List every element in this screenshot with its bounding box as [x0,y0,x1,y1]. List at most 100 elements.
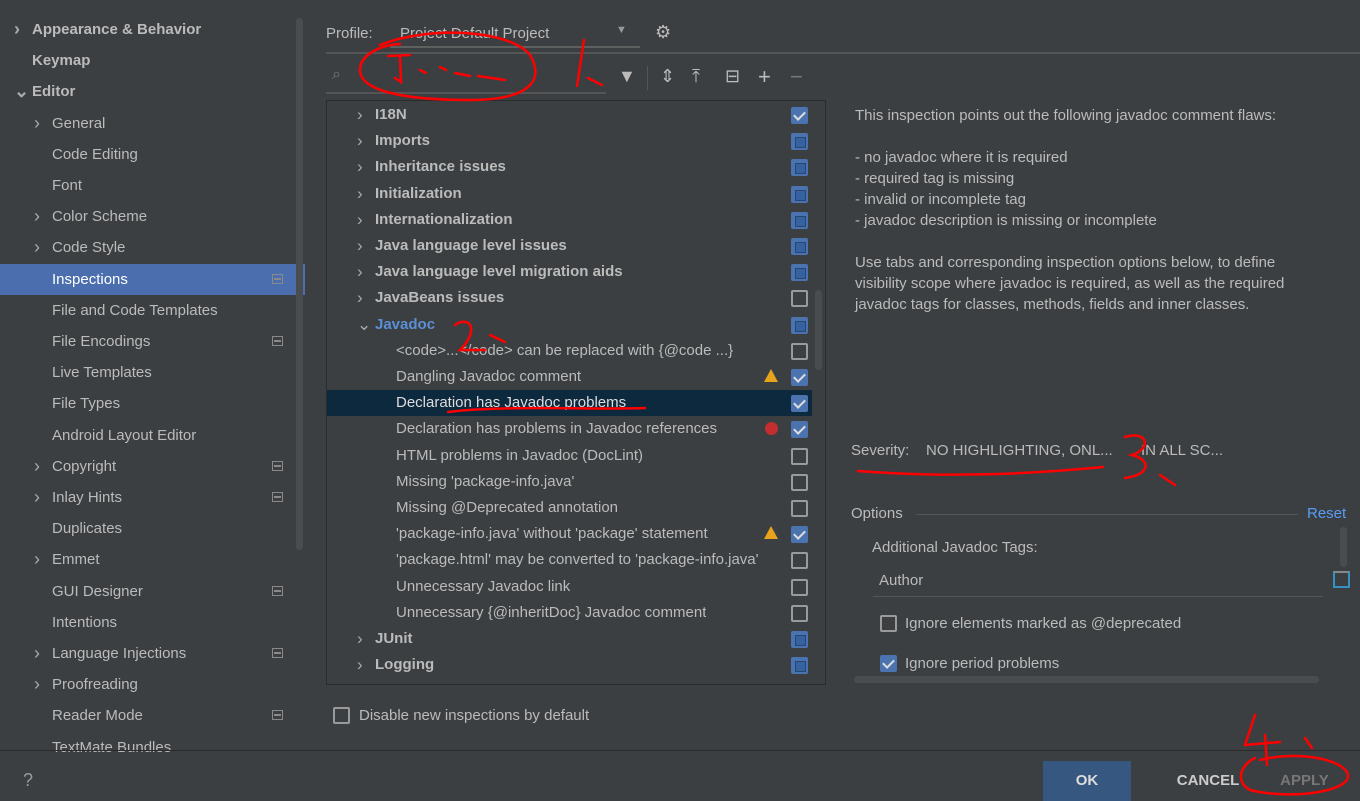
apply-button[interactable]: APPLY [1262,761,1347,801]
inspection-checkbox[interactable] [791,604,808,622]
sidebar-item[interactable]: › General [0,108,305,139]
inspection-checkbox[interactable] [791,342,808,360]
inspection-checkbox[interactable] [791,578,808,596]
inspection-checkbox[interactable] [791,552,808,570]
gear-icon[interactable]: ⚙ [655,22,671,43]
chevron-right-icon[interactable]: › [357,181,363,207]
sidebar-item[interactable]: › Proofreading [0,669,305,700]
inspection-checkbox[interactable] [791,264,808,282]
sidebar-item[interactable]: Android Layout Editor [0,420,305,451]
sidebar-item[interactable]: Code Editing [0,139,305,170]
help-button[interactable]: ? [23,770,33,791]
inspection-checkbox[interactable] [791,290,808,308]
inspection-checkbox[interactable] [791,107,808,124]
sidebar-item[interactable]: Live Templates [0,357,305,388]
inspection-checkbox[interactable] [791,159,808,177]
inspection-checkbox[interactable] [791,500,808,517]
sidebar-item[interactable]: File Types [0,388,305,419]
tree-row[interactable]: Declaration has Javadoc problems [327,390,812,417]
tree-row[interactable]: › Inheritance issues [327,154,812,180]
tree-row[interactable]: › Initialization [327,181,812,207]
inspection-checkbox[interactable] [791,185,808,203]
tree-row[interactable]: Missing 'package-info.java' [327,469,812,495]
tree-row[interactable]: ⌄ Javadoc [327,312,812,338]
tree-row[interactable]: › JUnit [327,626,812,652]
tree-row[interactable]: Declaration has problems in Javadoc refe… [327,416,812,442]
sidebar-item[interactable]: Reader Mode [0,700,305,731]
sidebar-item[interactable]: File Encodings [0,326,305,357]
chevron-down-icon[interactable]: ⌄ [14,76,29,107]
reset-link[interactable]: Reset [1307,505,1346,522]
chevron-right-icon[interactable]: › [34,201,40,232]
tree-row[interactable]: › Java language level migration aids [327,259,812,285]
options-hscrollbar[interactable] [854,676,1319,683]
tree-row[interactable]: › Internationalization [327,207,812,233]
sidebar-item[interactable]: › Appearance & Behavior [0,14,305,45]
tree-row[interactable]: › Imports [327,128,812,154]
chevron-right-icon[interactable]: › [34,482,40,513]
chevron-right-icon[interactable]: › [34,232,40,263]
chevron-right-icon[interactable]: › [34,451,40,482]
tree-row[interactable]: 'package.html' may be converted to 'pack… [327,547,812,573]
chevron-right-icon[interactable]: › [34,638,40,669]
tags-list[interactable]: Author [873,565,1323,597]
chevron-right-icon[interactable]: › [14,14,20,45]
chevron-right-icon[interactable]: › [357,128,363,154]
sidebar-item[interactable]: Keymap [0,45,305,76]
inspection-checkbox[interactable] [791,316,808,334]
remove-icon[interactable]: − [790,64,803,90]
chevron-right-icon[interactable]: › [357,285,363,311]
sidebar-item[interactable]: TextMate Bundles [0,732,305,752]
tree-row[interactable]: › I18N [327,102,812,128]
add-icon[interactable]: + [758,64,771,90]
chevron-right-icon[interactable]: › [357,626,363,652]
tag-item[interactable]: Author [879,572,923,589]
inspection-checkbox[interactable] [791,447,808,465]
chevron-right-icon[interactable]: › [357,207,363,233]
tree-row[interactable]: Unnecessary {@inheritDoc} Javadoc commen… [327,600,812,626]
search-input[interactable]: ⌕ [326,62,606,94]
add-tag-icon[interactable] [1333,571,1350,588]
chevron-right-icon[interactable]: › [34,108,40,139]
sidebar-item[interactable]: Inspections [0,263,305,295]
inspection-checkbox[interactable] [791,369,808,386]
disable-new-checkbox[interactable] [333,707,350,724]
reset-icon[interactable]: ⊟ [725,66,740,87]
sidebar-item[interactable]: › Copyright [0,451,305,482]
tree-row[interactable]: › Logging [327,652,812,678]
expand-all-icon[interactable]: ⇕ [660,66,675,87]
sidebar-item[interactable]: Duplicates [0,513,305,544]
filter-icon[interactable]: ▼ [618,66,636,87]
ignore-period-checkbox[interactable] [880,655,897,672]
ok-button[interactable]: OK [1043,761,1131,801]
chevron-right-icon[interactable]: › [357,154,363,180]
scope-dropdown[interactable]: IN ALL SC... [1141,442,1231,459]
sidebar-item[interactable]: GUI Designer [0,576,305,607]
chevron-right-icon[interactable]: › [357,652,363,678]
inspection-checkbox[interactable] [791,421,808,439]
inspection-checkbox[interactable] [791,657,808,675]
sidebar-item[interactable]: › Emmet [0,544,305,575]
chevron-right-icon[interactable]: › [357,233,363,259]
tree-row[interactable]: HTML problems in Javadoc (DocLint) [327,443,812,469]
inspection-checkbox[interactable] [791,473,808,491]
ignore-deprecated-checkbox[interactable] [880,615,897,632]
tree-row[interactable]: › Java language level issues [327,233,812,259]
inspection-checkbox[interactable] [791,133,808,151]
inspection-checkbox[interactable] [791,631,808,648]
sidebar-item[interactable]: › Language Injections [0,638,305,669]
tree-row[interactable]: Missing @Deprecated annotation [327,495,812,521]
tree-row[interactable]: › JavaBeans issues [327,285,812,311]
tree-row[interactable]: Dangling Javadoc comment [327,364,812,390]
sidebar-item[interactable]: › Inlay Hints [0,482,305,513]
chevron-right-icon[interactable]: › [34,669,40,700]
tree-row[interactable]: Unnecessary Javadoc link [327,574,812,600]
sidebar-item[interactable]: › Color Scheme [0,201,305,232]
inspection-checkbox[interactable] [791,238,808,255]
profile-dropdown[interactable]: Project Default Project ▼ [390,18,640,48]
chevron-down-icon[interactable]: ⌄ [357,312,371,338]
chevron-right-icon[interactable]: › [357,259,363,285]
tree-scrollbar[interactable] [815,290,822,370]
tree-row[interactable]: <code>...</code> can be replaced with {@… [327,338,812,364]
sidebar-item[interactable]: ⌄ Editor [0,76,305,107]
